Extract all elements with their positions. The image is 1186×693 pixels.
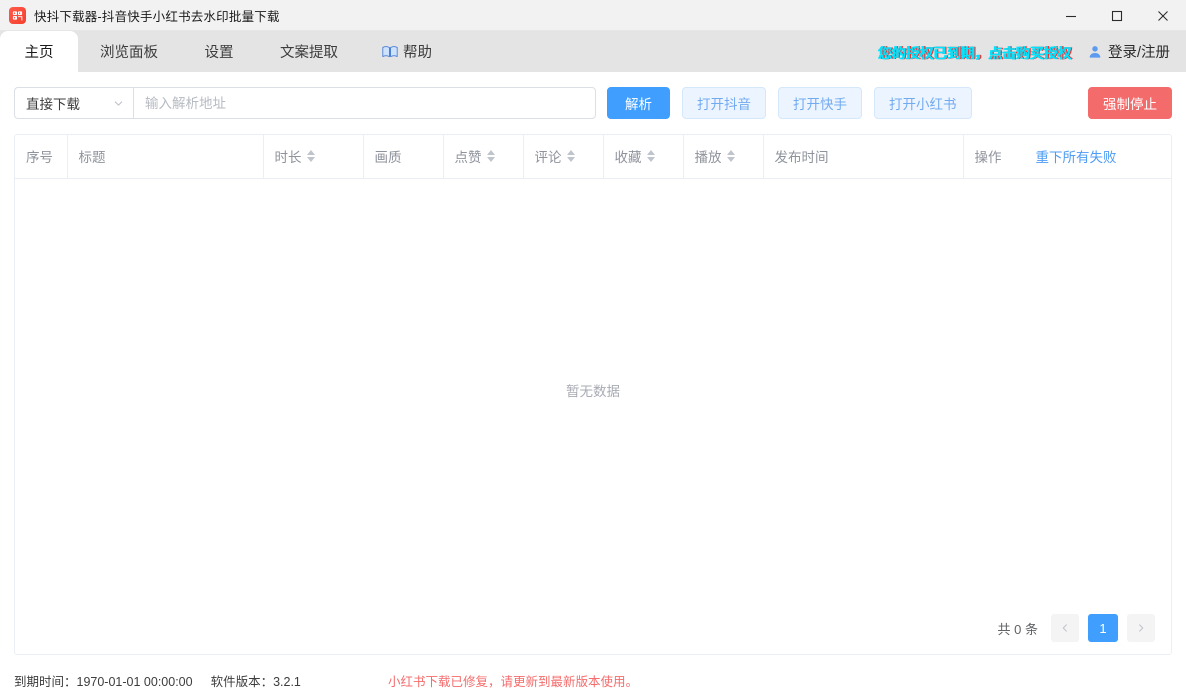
parse-url-input[interactable]: [133, 87, 596, 119]
col-favorites[interactable]: 收藏: [603, 135, 683, 178]
col-likes[interactable]: 点赞: [443, 135, 523, 178]
maximize-icon: [1111, 10, 1123, 22]
action-toolbar: 直接下载 解析 打开抖音 打开快手 打开小红书 强制停止: [14, 72, 1172, 134]
col-quality-label: 画质: [375, 146, 402, 166]
col-comments-label: 评论: [535, 146, 562, 166]
tab-copy-extract-label: 文案提取: [280, 41, 338, 62]
results-table-card: 序号 标题 时长 画质: [14, 134, 1172, 655]
title-bar-left: 快抖下载器-抖音快手小红书去水印批量下载: [0, 6, 280, 25]
login-register-label: 登录/注册: [1108, 41, 1170, 62]
col-duration-label: 时长: [275, 146, 302, 166]
tab-home-label: 主页: [25, 41, 54, 62]
tab-settings-label: 设置: [205, 41, 234, 62]
status-warning-message: 小红书下载已修复，请更新到最新版本使用。: [388, 671, 638, 690]
status-bar: 到期时间：1970-01-01 00:00:00 软件版本：3.2.1 小红书下…: [0, 667, 1186, 693]
window-controls: [1048, 0, 1186, 31]
col-operations-label: 操作: [975, 146, 1002, 166]
col-quality[interactable]: 画质: [363, 135, 443, 178]
pagination-bar: 共 0 条 1: [15, 602, 1171, 654]
minimize-icon: [1065, 10, 1077, 22]
maximize-button[interactable]: [1094, 0, 1140, 31]
retry-all-failed-link[interactable]: 重下所有失败: [1036, 146, 1117, 166]
open-xiaohongshu-button[interactable]: 打开小红书: [874, 87, 972, 119]
parse-input-group: 直接下载: [14, 87, 596, 119]
sort-icon[interactable]: [647, 150, 655, 162]
download-mode-value: 直接下载: [26, 93, 80, 113]
col-plays[interactable]: 播放: [683, 135, 763, 178]
window-title: 快抖下载器-抖音快手小红书去水印批量下载: [34, 6, 280, 25]
col-plays-label: 播放: [695, 146, 722, 166]
col-likes-label: 点赞: [455, 146, 482, 166]
col-duration[interactable]: 时长: [263, 135, 363, 178]
tab-list: 主页 浏览面板 设置 文案提取 帮助: [0, 31, 454, 72]
expire-notice-link[interactable]: 您的授权已到期，点击购买授权: [879, 42, 1072, 62]
tab-help[interactable]: 帮助: [360, 31, 454, 72]
parse-button[interactable]: 解析: [607, 87, 670, 119]
status-expire-time: 到期时间：1970-01-01 00:00:00: [14, 671, 193, 690]
close-button[interactable]: [1140, 0, 1186, 31]
sort-icon[interactable]: [727, 150, 735, 162]
tab-browse-panel-label: 浏览面板: [100, 41, 158, 62]
col-index[interactable]: 序号: [15, 135, 67, 178]
tab-home[interactable]: 主页: [0, 31, 78, 72]
pagination-prev-button[interactable]: [1051, 614, 1079, 642]
open-douyin-button[interactable]: 打开抖音: [682, 87, 766, 119]
status-software-version: 软件版本：3.2.1: [211, 671, 301, 690]
login-register-button[interactable]: 登录/注册: [1088, 41, 1170, 62]
sort-icon[interactable]: [567, 150, 575, 162]
col-publish-time[interactable]: 发布时间: [763, 135, 963, 178]
app-logo-icon: [9, 7, 26, 24]
col-publish-time-label: 发布时间: [775, 146, 829, 166]
pagination-total: 共 0 条: [998, 619, 1038, 638]
tab-bar-right: 您的授权已到期，点击购买授权 登录/注册: [879, 31, 1186, 72]
open-kuaishou-button[interactable]: 打开快手: [778, 87, 862, 119]
col-operations: 操作 重下所有失败: [963, 135, 1171, 178]
download-mode-select[interactable]: 直接下载: [14, 87, 133, 119]
col-title[interactable]: 标题: [67, 135, 263, 178]
results-table-head: 序号 标题 时长 画质: [15, 135, 1171, 178]
table-empty-text: 暂无数据: [566, 380, 620, 400]
title-bar: 快抖下载器-抖音快手小红书去水印批量下载: [0, 0, 1186, 31]
results-table-header-row: 序号 标题 时长 画质: [15, 135, 1171, 178]
tab-copy-extract[interactable]: 文案提取: [258, 31, 360, 72]
tab-help-label: 帮助: [403, 41, 432, 62]
user-icon: [1088, 45, 1102, 59]
minimize-button[interactable]: [1048, 0, 1094, 31]
chevron-right-icon: [1136, 621, 1146, 636]
force-stop-button[interactable]: 强制停止: [1088, 87, 1172, 119]
col-favorites-label: 收藏: [615, 146, 642, 166]
table-empty-state: 暂无数据: [15, 179, 1171, 603]
tab-browse-panel[interactable]: 浏览面板: [78, 31, 180, 72]
col-comments[interactable]: 评论: [523, 135, 603, 178]
sort-icon[interactable]: [487, 150, 495, 162]
book-icon: [382, 45, 398, 59]
chevron-down-icon: [113, 98, 124, 109]
results-table: 序号 标题 时长 画质: [15, 135, 1171, 179]
tab-settings[interactable]: 设置: [180, 31, 258, 72]
close-icon: [1157, 10, 1169, 22]
pagination-next-button[interactable]: [1127, 614, 1155, 642]
sort-icon[interactable]: [307, 150, 315, 162]
tab-bar: 主页 浏览面板 设置 文案提取 帮助: [0, 31, 1186, 72]
main-content: 直接下载 解析 打开抖音 打开快手 打开小红书 强制停止: [0, 72, 1186, 667]
app-window: 快抖下载器-抖音快手小红书去水印批量下载: [0, 0, 1186, 693]
chevron-left-icon: [1060, 621, 1070, 636]
col-title-label: 标题: [79, 146, 106, 166]
col-index-label: 序号: [26, 146, 53, 166]
pagination-page-1[interactable]: 1: [1088, 614, 1118, 642]
